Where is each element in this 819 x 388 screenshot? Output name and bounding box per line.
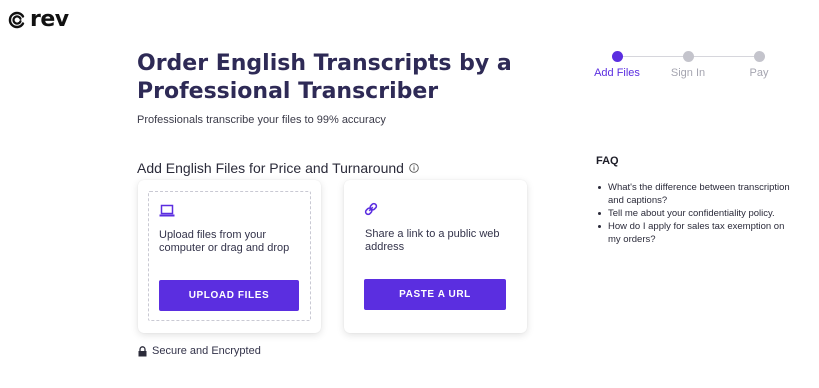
step-label-pay: Pay — [749, 67, 769, 79]
upload-card: Upload files from your computer or drag … — [138, 180, 321, 333]
lock-icon — [138, 345, 147, 356]
faq-list: What's the difference between transcript… — [596, 181, 796, 246]
section-title: Add English Files for Price and Turnarou… — [137, 160, 419, 176]
page-title-line-1: Order English Transcripts by a — [137, 51, 512, 76]
laptop-icon — [159, 204, 175, 217]
info-icon[interactable] — [409, 163, 419, 173]
url-description-line-1: Share a link to a public web — [365, 228, 500, 240]
url-description: Share a link to a public web address — [365, 228, 515, 254]
rev-logo[interactable]: rev — [8, 9, 69, 31]
link-icon — [364, 202, 378, 216]
upload-files-button[interactable]: UPLOAD FILES — [159, 280, 299, 311]
page-title-line-2: Professional Transcriber — [137, 79, 439, 104]
faq-panel: FAQ What's the difference between transc… — [596, 155, 796, 246]
upload-description: Upload files from your computer or drag … — [159, 229, 309, 255]
upload-description-line-1: Upload files from your — [159, 229, 266, 241]
faq-title: FAQ — [596, 155, 619, 167]
url-description-line-2: address — [365, 241, 405, 253]
page-subtitle: Professionals transcribe your files to 9… — [137, 114, 386, 126]
section-title-text: Add English Files for Price and Turnarou… — [137, 160, 404, 176]
faq-item-captions[interactable]: What's the difference between transcript… — [596, 181, 796, 207]
url-card: Share a link to a public web address PAS… — [344, 180, 527, 333]
step-dot-pay — [754, 51, 765, 62]
step-label-sign-in: Sign In — [670, 67, 706, 79]
step-dot-sign-in — [683, 51, 694, 62]
rev-logo-icon — [8, 11, 25, 29]
paste-url-button[interactable]: PASTE A URL — [364, 279, 506, 310]
secure-notice: Secure and Encrypted — [138, 345, 261, 357]
progress-stepper: Add Files Sign In Pay — [590, 48, 780, 82]
page-title: Order English Transcripts by a Professio… — [137, 50, 517, 106]
secure-label: Secure and Encrypted — [152, 345, 261, 357]
logo-wordmark: rev — [30, 7, 69, 32]
step-dot-add-files — [612, 51, 623, 62]
faq-item-confidentiality[interactable]: Tell me about your confidentiality polic… — [596, 207, 796, 220]
upload-description-line-2: computer or drag and drop — [159, 242, 290, 254]
faq-item-tax-exemption[interactable]: How do I apply for sales tax exemption o… — [596, 220, 796, 246]
file-dropzone[interactable]: Upload files from your computer or drag … — [148, 191, 311, 321]
step-label-add-files: Add Files — [594, 67, 640, 79]
